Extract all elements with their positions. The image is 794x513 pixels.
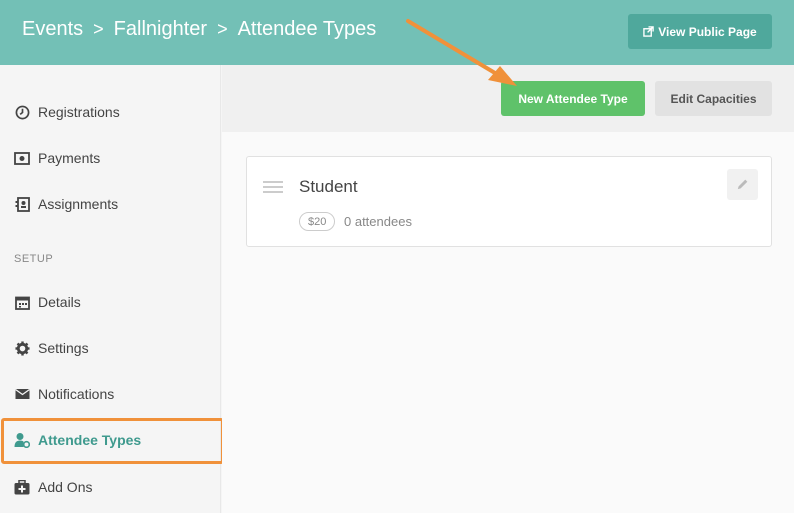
external-link-icon xyxy=(643,26,655,37)
breadcrumb-separator: > xyxy=(93,19,104,39)
setup-heading: SETUP xyxy=(14,253,54,265)
sidebar-item-registrations[interactable]: Registrations xyxy=(0,89,221,135)
sidebar-item-label: Add Ons xyxy=(38,479,93,495)
pencil-icon xyxy=(737,179,748,190)
clock-icon xyxy=(14,104,30,120)
breadcrumb-events[interactable]: Events xyxy=(22,18,83,41)
breadcrumb-event-name[interactable]: Fallnighter xyxy=(114,18,207,41)
breadcrumb: Events > Fallnighter > Attendee Types xyxy=(22,18,376,41)
sidebar-item-label: Settings xyxy=(38,340,89,356)
attendee-type-name: Student xyxy=(299,177,358,196)
sidebar-item-label: Notifications xyxy=(38,386,115,402)
sidebar-item-label: Details xyxy=(38,294,81,310)
top-header: Events > Fallnighter > Attendee Types Vi… xyxy=(0,0,794,65)
assignment-icon xyxy=(14,196,30,212)
breadcrumb-separator: > xyxy=(217,19,228,39)
add-on-icon xyxy=(14,479,30,495)
money-icon xyxy=(14,150,30,166)
main-content: New Attendee Type Edit Capacities Studen… xyxy=(222,65,794,513)
drag-handle-icon[interactable] xyxy=(263,181,283,196)
calendar-icon xyxy=(14,294,30,310)
new-attendee-type-button[interactable]: New Attendee Type xyxy=(501,81,645,116)
edit-attendee-type-button[interactable] xyxy=(727,169,758,200)
attendee-count: 0 attendees xyxy=(344,214,412,229)
gear-icon xyxy=(14,340,30,356)
sidebar-item-settings[interactable]: Settings xyxy=(0,325,221,371)
sidebar-item-assignments[interactable]: Assignments xyxy=(0,181,221,227)
envelope-icon xyxy=(14,386,30,402)
sidebar-item-notifications[interactable]: Notifications xyxy=(0,371,221,417)
sidebar-item-add-ons[interactable]: Add Ons xyxy=(0,464,221,510)
view-public-page-button[interactable]: View Public Page xyxy=(628,14,772,49)
price-badge: $20 xyxy=(299,212,336,231)
edit-capacities-button[interactable]: Edit Capacities xyxy=(655,81,772,116)
view-public-page-label: View Public Page xyxy=(658,24,757,39)
sidebar-item-details[interactable]: Details xyxy=(0,279,221,325)
toolbar: New Attendee Type Edit Capacities xyxy=(222,65,794,132)
attendee-type-card[interactable]: Student $20 0 attendees xyxy=(246,156,772,247)
sidebar-item-label: Registrations xyxy=(38,104,120,120)
attendee-types-highlight xyxy=(1,418,224,464)
breadcrumb-current-page: Attendee Types xyxy=(237,18,377,40)
sidebar-item-label: Assignments xyxy=(38,196,119,212)
sidebar-item-label: Payments xyxy=(38,150,101,166)
sidebar-item-payments[interactable]: Payments xyxy=(0,135,221,181)
